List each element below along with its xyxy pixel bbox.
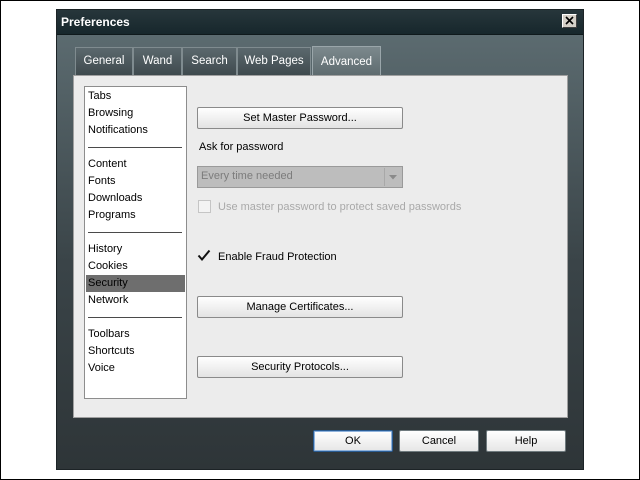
- sidebar-item-network[interactable]: Network: [86, 292, 185, 309]
- tab-general[interactable]: General: [75, 47, 133, 75]
- tab-web-pages[interactable]: Web Pages: [237, 47, 311, 75]
- sidebar-item-toolbars[interactable]: Toolbars: [86, 326, 185, 343]
- fraud-protection-label: Enable Fraud Protection: [218, 251, 337, 263]
- close-icon: [565, 16, 574, 25]
- ask-for-password-label: Ask for password: [199, 141, 284, 153]
- cancel-button[interactable]: Cancel: [399, 430, 479, 452]
- tab-label: Advanced: [320, 56, 373, 68]
- close-button[interactable]: [562, 14, 577, 28]
- set-master-password-button[interactable]: Set Master Password...: [197, 107, 403, 129]
- fraud-protection-checkbox[interactable]: [197, 249, 211, 262]
- ok-button[interactable]: OK: [313, 430, 393, 452]
- use-master-password-label: Use master password to protect saved pas…: [218, 201, 462, 213]
- select-value: Every time needed: [201, 170, 293, 182]
- sidebar-item-shortcuts[interactable]: Shortcuts: [86, 343, 185, 360]
- window-title: Preferences: [61, 15, 130, 29]
- sidebar-item-downloads[interactable]: Downloads: [86, 190, 185, 207]
- list-divider: [88, 317, 182, 318]
- sidebar-item-tabs[interactable]: Tabs: [86, 88, 185, 105]
- tab-label: Search: [191, 55, 228, 67]
- ask-password-select[interactable]: Every time needed: [197, 166, 403, 188]
- tab-wand[interactable]: Wand: [133, 47, 182, 75]
- sidebar-item-programs[interactable]: Programs: [86, 207, 185, 224]
- list-divider: [88, 147, 182, 148]
- help-button[interactable]: Help: [486, 430, 566, 452]
- tab-label: Wand: [142, 55, 173, 67]
- advanced-panel: Tabs Browsing Notifications Content Font…: [73, 75, 568, 418]
- sidebar-item-notifications[interactable]: Notifications: [86, 122, 185, 139]
- security-protocols-button[interactable]: Security Protocols...: [197, 356, 403, 378]
- sidebar-item-security[interactable]: Security: [86, 275, 185, 292]
- sidebar-item-cookies[interactable]: Cookies: [86, 258, 185, 275]
- list-divider: [88, 232, 182, 233]
- checkmark-icon: [197, 249, 211, 262]
- tab-label: General: [83, 55, 125, 67]
- dropdown-button[interactable]: [384, 168, 401, 186]
- manage-certificates-button[interactable]: Manage Certificates...: [197, 296, 403, 318]
- sidebar-item-voice[interactable]: Voice: [86, 360, 185, 377]
- tab-search[interactable]: Search: [182, 47, 237, 75]
- use-master-password-checkbox[interactable]: [198, 200, 211, 213]
- category-list[interactable]: Tabs Browsing Notifications Content Font…: [84, 86, 187, 399]
- sidebar-item-history[interactable]: History: [86, 241, 185, 258]
- sidebar-item-fonts[interactable]: Fonts: [86, 173, 185, 190]
- tab-label: Web Pages: [244, 55, 304, 67]
- preferences-dialog: Preferences General Wand Search Web Page…: [56, 9, 584, 470]
- chevron-down-icon: [389, 175, 397, 180]
- tab-advanced[interactable]: Advanced: [312, 46, 381, 76]
- sidebar-item-browsing[interactable]: Browsing: [86, 105, 185, 122]
- title-bar[interactable]: Preferences: [57, 10, 583, 35]
- sidebar-item-content[interactable]: Content: [86, 156, 185, 173]
